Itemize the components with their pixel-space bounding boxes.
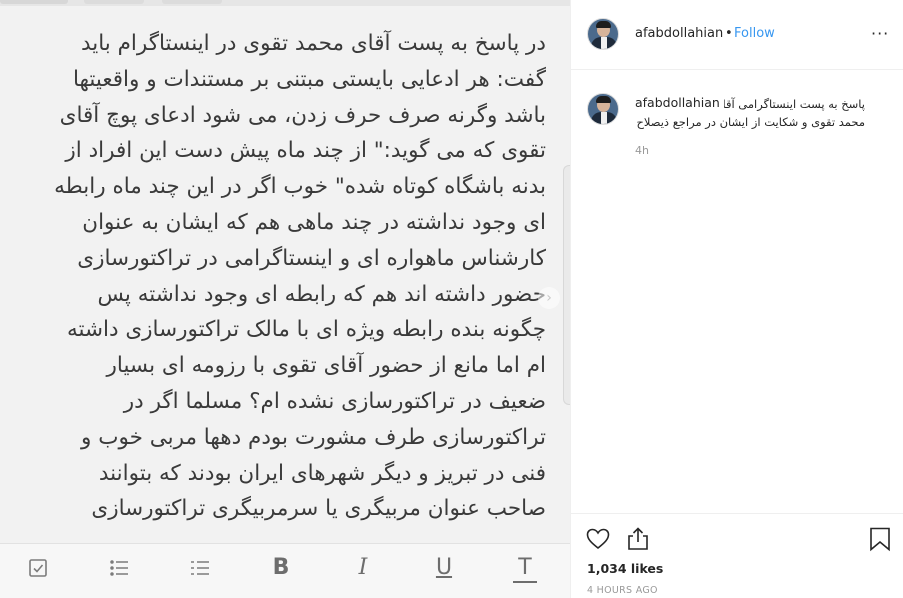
- avatar-hair: [596, 96, 611, 103]
- note-tab: [84, 0, 144, 4]
- caption-line: محمد تقوی و شکایت از ایشان در مراجع ذیصل…: [636, 115, 865, 129]
- note-line: چگونه بنده رابطه ویژه ای با مالک تراکتور…: [66, 317, 546, 343]
- note-line: تراکتورسازی طرف مشورت بودم دهها مربی خوب…: [81, 424, 546, 450]
- next-image-arrow-icon[interactable]: ›: [538, 287, 560, 309]
- note-format-toolbar: B I U T: [0, 543, 570, 598]
- note-line: فنی در تبریز و دیگر شهرهای ایران بودند ک…: [98, 460, 546, 486]
- heart-icon[interactable]: [585, 526, 611, 552]
- post-timestamp[interactable]: 4 HOURS AGO: [587, 585, 658, 596]
- header-separator: •: [725, 26, 733, 41]
- numbered-list-icon: [188, 556, 212, 580]
- avatar-shirt: [601, 112, 607, 124]
- avatar-shirt: [601, 37, 607, 49]
- note-line: تقوی که می گوید:" از چند ماه پیش دست این…: [65, 138, 546, 164]
- note-tab: [162, 0, 222, 4]
- note-line: ام اما مانع از حضور آقای تقوی با رزومه ا…: [106, 353, 546, 379]
- post-side-panel: afabdollahian • Follow ··· afabdollahian…: [570, 0, 903, 598]
- note-scrollbar: [563, 165, 570, 405]
- caption-avatar[interactable]: [587, 93, 619, 125]
- note-line: کارشناس ماهواره ای و اینستاگرامی در تراک…: [77, 245, 546, 271]
- avatar[interactable]: [587, 18, 619, 50]
- post-actions: 1,034 likes 4 HOURS AGO: [571, 513, 903, 598]
- underline-icon: U: [435, 555, 453, 580]
- note-tab: [0, 0, 68, 4]
- likes-count[interactable]: 1,034 likes: [587, 561, 663, 576]
- header-username[interactable]: afabdollahian: [635, 26, 723, 41]
- note-line: گفت: هر ادعایی بایستی مبتنی بر مستندات و…: [72, 66, 546, 92]
- text-style-icon: T: [513, 556, 537, 583]
- more-icon[interactable]: ···: [871, 25, 889, 43]
- avatar-hair: [596, 21, 611, 28]
- note-line: باشد وگرنه صرف حرف زدن، می شود ادعای پوچ…: [59, 102, 546, 128]
- note-line: در پاسخ به پست آقای محمد تقوی در اینستاگ…: [80, 31, 546, 56]
- caption-line: پاسخ به پست اینستاگرامی آقای: [723, 97, 865, 111]
- note-line: صاحب عنوان مربیگری یا سرمربیگری تراکتورس…: [91, 496, 546, 522]
- note-tab-bar: [0, 0, 570, 6]
- caption-timestamp[interactable]: 4h: [635, 144, 649, 157]
- italic-icon: I: [358, 555, 368, 580]
- note-line: ای وجود نداشته در چند ماهی هم که ایشان ب…: [82, 209, 546, 235]
- caption-text: پاسخ به پست اینستاگرامی آقای محمد تقوی و…: [635, 95, 865, 131]
- note-text: در پاسخ به پست آقای محمد تقوی در اینستاگ…: [30, 26, 546, 527]
- post-header: afabdollahian • Follow ···: [571, 0, 903, 70]
- note-line: بدنه باشگاه کوتاه شده" خوب اگر در این چن…: [54, 174, 546, 200]
- post-image: در پاسخ به پست آقای محمد تقوی در اینستاگ…: [0, 0, 570, 598]
- checkbox-icon: [26, 556, 50, 580]
- note-line: حضور داشته اند هم که رابطه ای وجود نداشت…: [97, 281, 547, 307]
- note-line: ضعیف در تراکتورسازی نشده ام؟ مسلما اگر د…: [123, 388, 546, 414]
- bold-icon: B: [272, 555, 290, 580]
- share-icon[interactable]: [625, 526, 651, 552]
- bookmark-icon[interactable]: [867, 526, 893, 552]
- follow-button[interactable]: Follow: [734, 26, 775, 41]
- bulleted-list-icon: [107, 556, 131, 580]
